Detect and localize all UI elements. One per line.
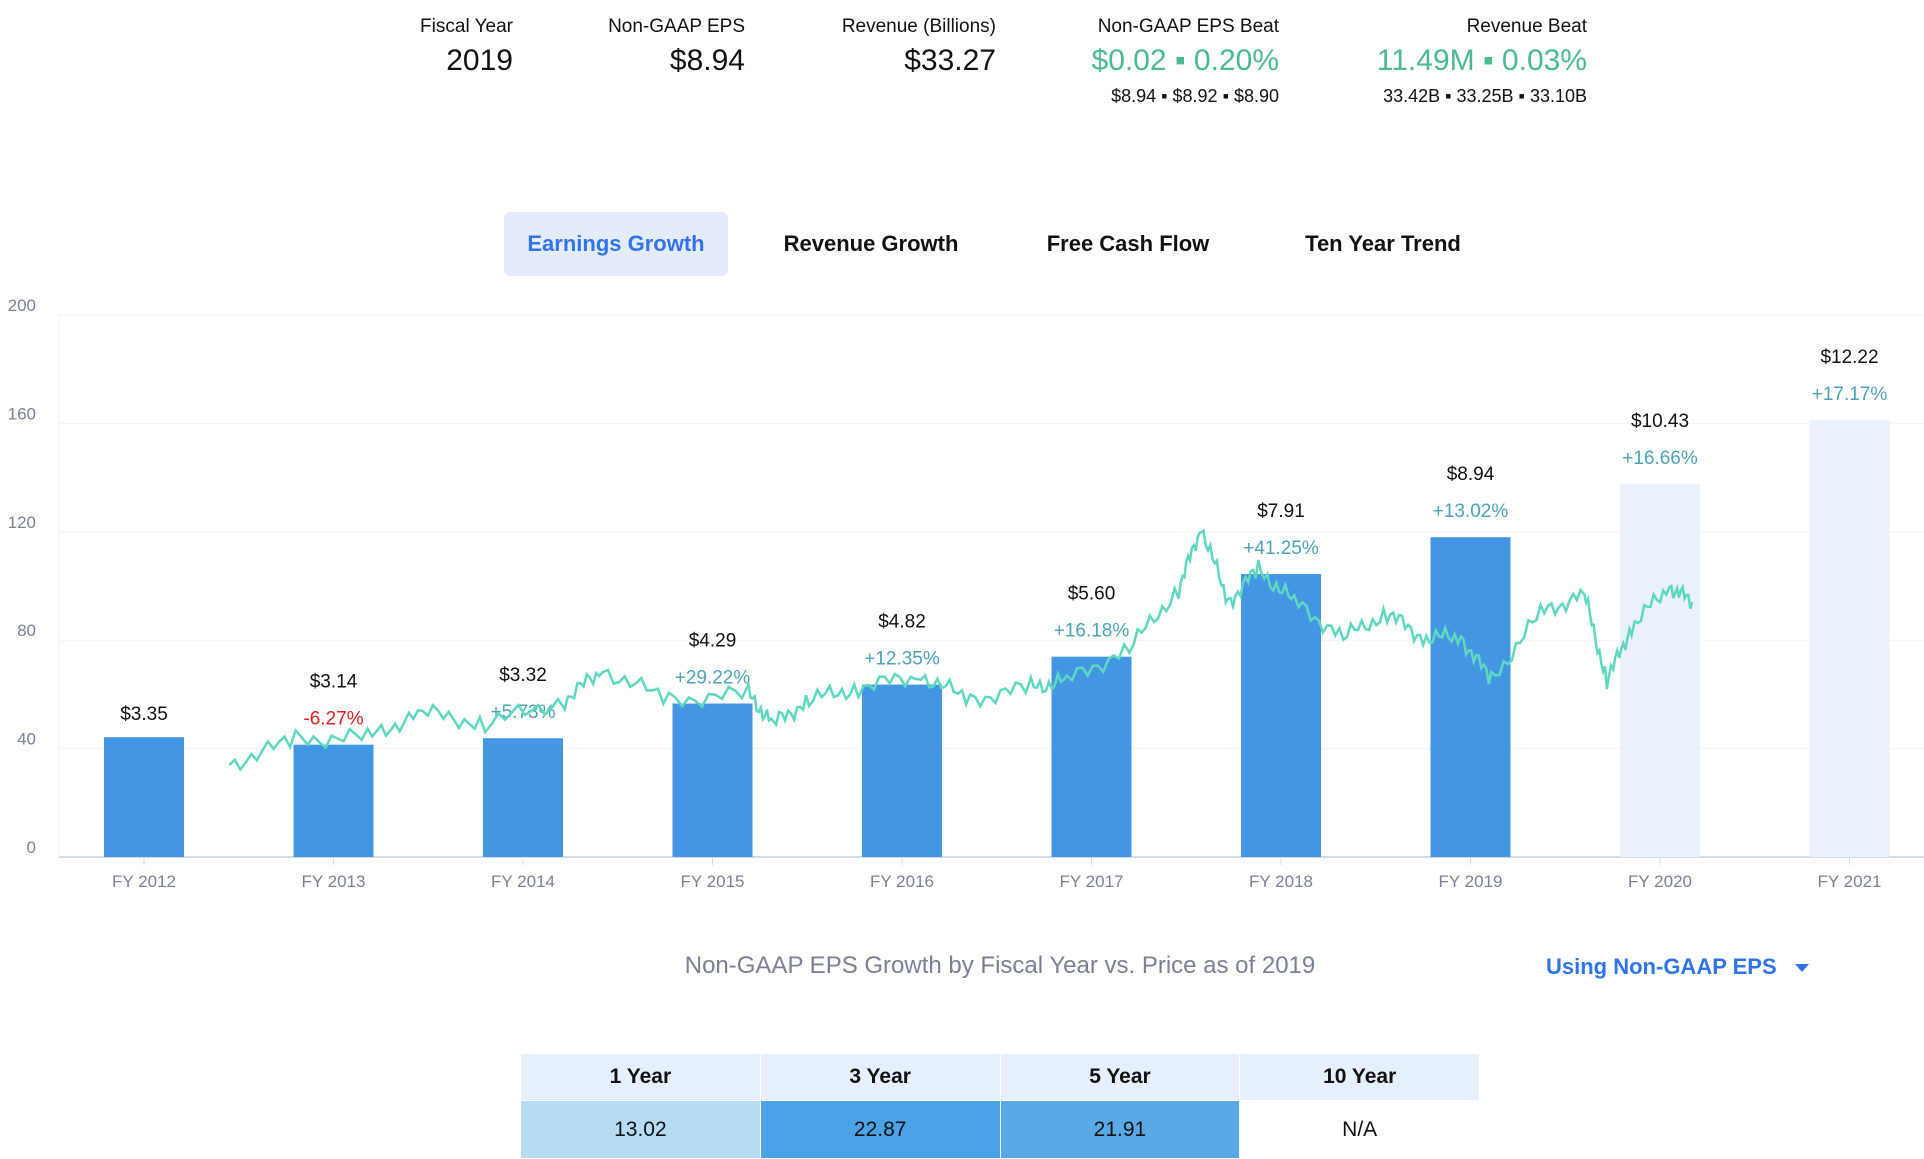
cell-1-year: 13.02: [520, 1100, 761, 1159]
x-tick-label: FY 2019: [1439, 872, 1503, 891]
eps-bar: [1620, 483, 1700, 857]
x-tick-label: FY 2017: [1060, 872, 1124, 891]
header-10-year: 10 Year: [1239, 1053, 1480, 1101]
eps-label: $3.35: [120, 704, 168, 725]
header-1-year: 1 Year: [520, 1053, 761, 1101]
y-tick-label: 40: [17, 730, 36, 749]
growth-table: 1 Year 3 Year 5 Year 10 Year 13.02 22.87…: [520, 1053, 1480, 1159]
eps-label: $3.32: [499, 665, 547, 686]
header-3-year: 3 Year: [759, 1053, 1001, 1101]
table-header-row: 1 Year 3 Year 5 Year 10 Year: [520, 1053, 1480, 1101]
eps-price-chart: 0 40 80 120 160 200 FY 2012 $3.35 FY 2013 $3.14 -6…: [8, 296, 1924, 891]
growth-label: +17.17%: [1812, 384, 1888, 405]
eps-bar: [1430, 537, 1511, 857]
eps-bar: [1051, 656, 1132, 857]
chart-title: Non-GAAP EPS Growth by Fiscal Year vs. P…: [684, 952, 1316, 979]
eps-bar: [483, 738, 563, 857]
x-tick-label: FY 2014: [491, 872, 555, 891]
caret-down-icon: [1794, 964, 1809, 973]
growth-label: +41.25%: [1243, 538, 1319, 559]
growth-label: +12.35%: [864, 649, 940, 670]
x-tick-label: FY 2016: [870, 872, 934, 891]
eps-label: $7.91: [1257, 501, 1305, 522]
y-tick-label: 160: [8, 404, 36, 423]
header-5-year: 5 Year: [999, 1053, 1241, 1101]
eps-label: $8.94: [1447, 464, 1495, 485]
x-tick-label: FY 2012: [112, 872, 176, 891]
eps-bar: [672, 703, 753, 857]
eps-label: $4.29: [689, 631, 737, 652]
eps-label: $12.22: [1820, 347, 1878, 368]
dropdown-label: Using Non-GAAP EPS: [1546, 954, 1777, 979]
eps-label: $10.43: [1631, 411, 1689, 432]
y-tick-label: 80: [17, 621, 36, 640]
growth-label: +13.02%: [1433, 501, 1509, 522]
x-tick-label: FY 2015: [681, 872, 745, 891]
growth-label: -6.27%: [303, 709, 363, 730]
growth-label: +29.22%: [675, 668, 751, 689]
x-tick-label: FY 2013: [302, 872, 366, 891]
table-row: 13.02 22.87 21.91 N/A: [520, 1100, 1480, 1159]
y-tick-label: 120: [8, 513, 36, 532]
eps-bar: [1809, 419, 1890, 857]
cell-3-year: 22.87: [759, 1100, 1001, 1159]
x-tick-label: FY 2018: [1249, 872, 1313, 891]
cell-10-year: N/A: [1239, 1100, 1480, 1159]
x-tick-label: FY 2020: [1628, 872, 1692, 891]
x-tick-label: FY 2021: [1818, 872, 1882, 891]
cell-5-year: 21.91: [999, 1100, 1241, 1159]
eps-bar: [104, 737, 184, 857]
eps-bar: [293, 744, 374, 857]
eps-type-dropdown[interactable]: Using Non-GAAP EPS: [1546, 954, 1809, 980]
growth-label: +16.18%: [1054, 621, 1130, 642]
eps-label: $5.60: [1068, 584, 1116, 605]
eps-label: $4.82: [878, 612, 926, 633]
y-tick-label: 200: [8, 296, 36, 315]
eps-label: $3.14: [310, 672, 358, 693]
y-tick-label: 0: [27, 838, 36, 857]
growth-label: +16.66%: [1622, 448, 1698, 469]
eps-bar: [862, 684, 942, 857]
